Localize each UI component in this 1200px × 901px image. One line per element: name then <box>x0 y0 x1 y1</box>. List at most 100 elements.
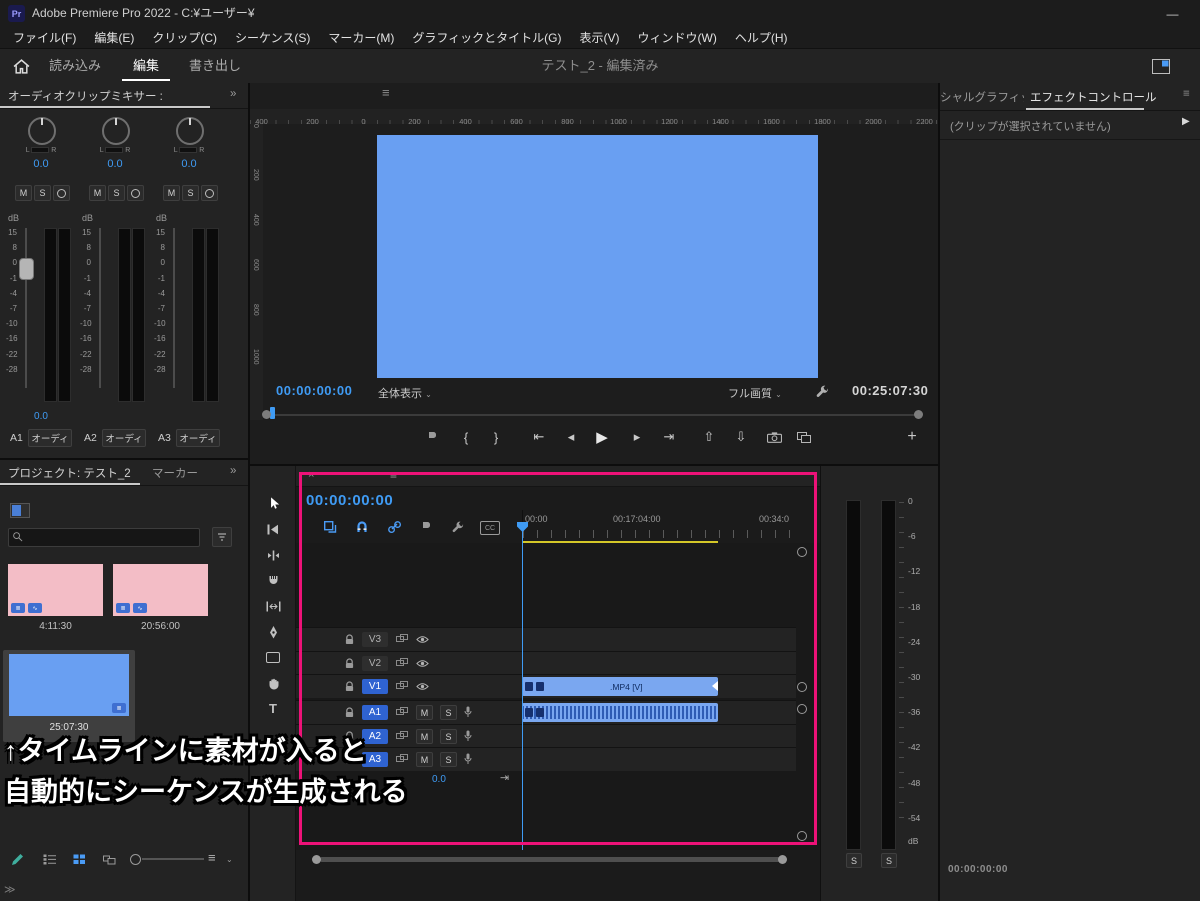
hand-tool[interactable] <box>250 672 296 694</box>
clip-thumbnail[interactable]: ≣ ∿ <box>8 564 103 616</box>
selection-tool[interactable] <box>250 492 296 514</box>
solo-left-button[interactable]: S <box>846 853 862 868</box>
mic-icon[interactable] <box>464 753 472 765</box>
seek-zoom-handle-left[interactable] <box>262 410 271 419</box>
workspace-switcher-icon[interactable] <box>1150 57 1172 75</box>
ripple-edit-tool[interactable] <box>250 544 296 566</box>
snap-magnet-icon[interactable] <box>354 520 370 534</box>
mixer-tab[interactable]: オーディオクリップミキサー : <box>8 88 163 104</box>
menu-item[interactable]: クリップ(C) <box>143 27 226 49</box>
clip-thumbnail[interactable]: ≣ <box>9 654 129 716</box>
track-output-eye-icon[interactable] <box>416 659 429 668</box>
expand-arrow-icon[interactable]: ▶ <box>1182 116 1190 127</box>
track-height-handle[interactable] <box>797 682 807 692</box>
panel-collapse-chevrons[interactable]: » <box>230 465 236 477</box>
step-forward-button[interactable]: ▸ <box>625 425 649 449</box>
sync-lock-icon[interactable] <box>396 707 408 717</box>
add-marker-icon[interactable] <box>418 520 434 534</box>
go-to-in-button[interactable]: ⇤ <box>527 425 551 449</box>
menu-item[interactable]: ファイル(F) <box>4 27 85 49</box>
lock-icon[interactable] <box>345 707 354 718</box>
panel-corner-chevrons[interactable]: ≫ <box>4 883 16 896</box>
write-keyframes-button[interactable] <box>53 185 70 201</box>
search-filter-icon[interactable] <box>212 527 232 547</box>
lift-button[interactable]: ⇧ <box>697 425 721 449</box>
track-select-forward-tool[interactable] <box>250 518 296 540</box>
zoom-slider-handle[interactable] <box>130 854 141 865</box>
thumbnail-view-icon[interactable] <box>70 851 88 867</box>
mute-button[interactable]: M <box>15 185 32 201</box>
track-name-button[interactable]: A1 <box>362 705 388 720</box>
sort-icon[interactable]: ≡ <box>208 850 216 865</box>
lock-icon[interactable] <box>345 658 354 669</box>
comparison-view-button[interactable] <box>792 425 816 449</box>
track-height-handle[interactable] <box>797 704 807 714</box>
add-marker-button[interactable] <box>420 425 444 449</box>
solo-button[interactable]: S <box>440 752 457 767</box>
sync-lock-icon[interactable] <box>396 634 408 644</box>
pan-knob[interactable] <box>176 117 204 145</box>
solo-button[interactable]: S <box>440 705 457 720</box>
tab-import[interactable]: 読み込み <box>40 49 110 83</box>
track-name-button[interactable]: V3 <box>362 632 388 647</box>
pan-knob[interactable] <box>102 117 130 145</box>
menu-item[interactable]: 表示(V) <box>571 27 629 49</box>
extract-button[interactable]: ⇩ <box>729 425 753 449</box>
lock-icon[interactable] <box>345 681 354 692</box>
minimize-button[interactable]: — <box>1145 0 1200 27</box>
panel-menu-icon[interactable]: ≡ <box>1183 88 1190 100</box>
quality-select[interactable]: フル画質 ⌄ <box>728 385 782 401</box>
fader-track[interactable] <box>173 228 175 388</box>
mute-button[interactable]: M <box>416 705 433 720</box>
search-input[interactable] <box>26 529 198 546</box>
solo-button[interactable]: S <box>108 185 125 201</box>
mic-icon[interactable] <box>464 730 472 742</box>
go-to-out-button[interactable]: ⇥ <box>657 425 681 449</box>
fader-db-value[interactable]: 0.0 <box>6 411 76 422</box>
timeline-timecode[interactable]: 00:00:00:00 <box>306 492 393 509</box>
razor-tool[interactable] <box>250 570 296 592</box>
type-tool[interactable]: T <box>250 697 296 719</box>
vertical-scroll-handle[interactable] <box>797 831 807 841</box>
essential-graphics-tab[interactable]: シャルグラフィックス <box>940 89 1024 105</box>
fit-select[interactable]: 全体表示 ⌄ <box>378 385 432 401</box>
fader-track[interactable] <box>99 228 101 388</box>
track-name-button[interactable]: V2 <box>362 656 388 671</box>
home-icon[interactable] <box>8 54 34 78</box>
fader-track[interactable] <box>25 228 27 388</box>
write-keyframes-button[interactable] <box>127 185 144 201</box>
rectangle-tool[interactable] <box>250 646 296 668</box>
write-keyframes-button[interactable] <box>201 185 218 201</box>
track-output-eye-icon[interactable] <box>416 682 429 691</box>
slip-tool[interactable] <box>250 595 296 617</box>
master-gain-value[interactable]: 0.0 <box>432 774 446 785</box>
freeform-view-icon[interactable] <box>100 851 118 867</box>
list-view-icon[interactable] <box>40 851 58 867</box>
mute-button[interactable]: M <box>416 752 433 767</box>
solo-right-button[interactable]: S <box>881 853 897 868</box>
track-name-button[interactable]: オーディ <box>102 429 146 447</box>
panel-collapse-chevrons[interactable]: » <box>230 88 236 100</box>
menu-item[interactable]: ウィンドウ(W) <box>629 27 726 49</box>
sort-caret-icon[interactable]: ⌄ <box>226 855 233 864</box>
effect-controls-tab[interactable]: エフェクトコントロール <box>1030 89 1157 105</box>
mic-icon[interactable] <box>464 706 472 718</box>
sync-lock-icon[interactable] <box>396 681 408 691</box>
seek-zoom-handle-right[interactable] <box>914 410 923 419</box>
mark-out-button[interactable]: } <box>484 425 508 449</box>
captions-cc-icon[interactable]: CC <box>480 521 500 535</box>
solo-button[interactable]: S <box>182 185 199 201</box>
pan-knob[interactable] <box>28 117 56 145</box>
menu-item[interactable]: ヘルプ(H) <box>726 27 797 49</box>
settings-wrench-icon[interactable] <box>814 383 830 399</box>
keyframe-nav-icon[interactable]: ⇥ <box>500 771 509 784</box>
mute-button[interactable]: M <box>416 729 433 744</box>
timeline-settings-wrench-icon[interactable] <box>450 520 466 534</box>
channel-volume-value[interactable]: 0.0 <box>154 158 224 170</box>
program-timecode[interactable]: 00:00:00:00 <box>276 383 352 398</box>
tab-export[interactable]: 書き出し <box>180 49 250 83</box>
menu-item[interactable]: 編集(E) <box>85 27 143 49</box>
tab-edit[interactable]: 編集 <box>118 49 174 83</box>
panel-menu-icon[interactable]: ≡ <box>382 85 390 100</box>
mark-in-button[interactable]: { <box>454 425 478 449</box>
